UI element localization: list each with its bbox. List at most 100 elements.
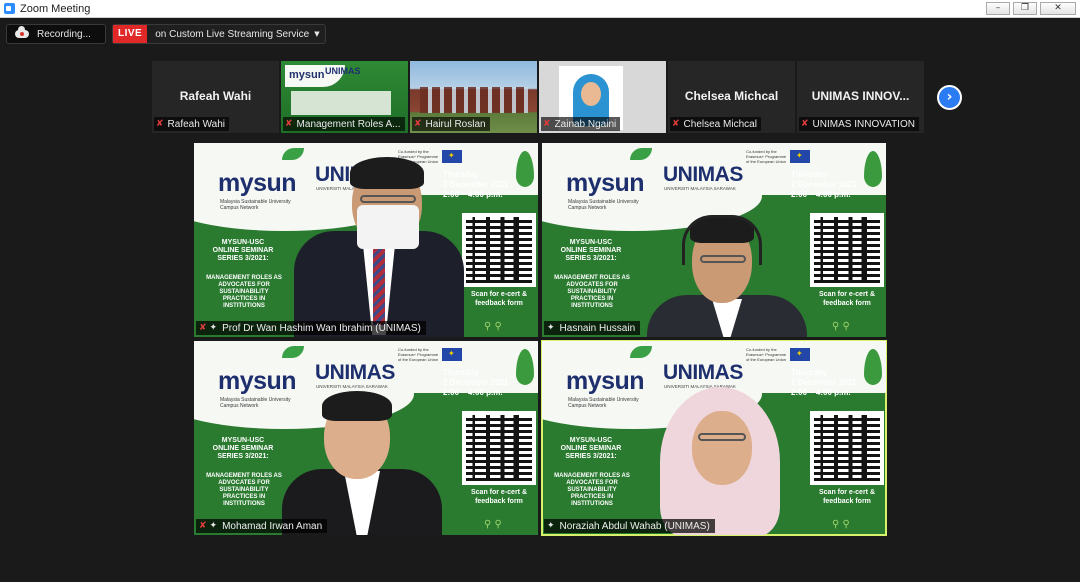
next-page-button[interactable]: › [937, 85, 962, 110]
slide-scan: Scan for e-cert & feedback form [470, 489, 528, 505]
slide-date-text: 2 December 2021 [443, 378, 509, 387]
participant-nametag: ✘ Chelsea Michcal [670, 117, 761, 131]
participant-display-name: Rafeah Wahi [179, 89, 252, 103]
close-button[interactable]: ✕ [1040, 2, 1076, 15]
participant-nametag: ✦ Noraziah Abdul Wahab (UNIMAS) [544, 519, 715, 533]
eu-flag-icon [790, 150, 810, 163]
participant-nametag: ✦ Hasnain Hussain [544, 321, 641, 335]
mic-muted-icon: ✘ [672, 119, 680, 129]
pin-icon: ✦ [209, 323, 218, 333]
participant-nametag: ✘ UNIMAS INNOVATION [799, 117, 919, 131]
recording-label: Recording... [37, 28, 91, 40]
slide-day: Thursday [443, 170, 480, 179]
slide-uni: UNIMAS [325, 66, 361, 76]
video-tile[interactable]: mysun Malaysia Sustainable University Ca… [542, 143, 886, 337]
participant-name: Mohamad Irwan Aman [222, 520, 323, 532]
bicycle-icon: ⚲ ⚲ [832, 321, 850, 332]
slide-date-text: 2 December 2021 [791, 180, 857, 189]
participant-nametag: ✘ Hairul Roslan [412, 117, 490, 131]
qr-code-icon [462, 411, 536, 485]
slide-eu-note: Co-funded by the Erasmus+ Programme of t… [398, 347, 439, 362]
restore-button[interactable]: ❐ [1013, 2, 1037, 15]
slide-content [291, 91, 391, 115]
participant-thumb[interactable]: ✘ Hairul Roslan [410, 61, 537, 133]
live-stream-indicator[interactable]: LIVE on Custom Live Streaming Service ▼ [112, 24, 326, 44]
qr-pattern [466, 415, 532, 481]
participant-name: Management Roles A... [296, 118, 401, 130]
slide-series: MYSUN-USC ONLINE SEMINAR SERIES 3/2021: [212, 239, 274, 262]
participant-nametag: ✘ ✦ Prof Dr Wan Hashim Wan Ibrahim (UNIM… [196, 321, 426, 335]
face-mask-shape [357, 205, 419, 249]
slide-date: Thursday 2 December 2021 2:00 – 4:00 p.m… [791, 170, 856, 200]
slide-day: Thursday [443, 368, 480, 377]
participant-thumb[interactable]: Rafeah Wahi ✘ Rafeah Wahi [152, 61, 279, 133]
slide-eu-note: Co-funded by the Erasmus+ Programme of t… [746, 149, 787, 164]
slide-brand: mysun [218, 169, 297, 197]
mic-muted-icon: ✘ [199, 521, 207, 531]
participant-nametag: ✘ Zainab Ngaini [541, 117, 621, 131]
participant-thumb[interactable]: mysun UNIMAS ✘ Management Roles A... [281, 61, 408, 133]
slide-uni-sub: UNIVERSITI MALAYSIA SARAWAK [664, 186, 736, 191]
window-titlebar: Zoom Meeting – ❐ ✕ [0, 0, 1080, 18]
participant-thumb[interactable]: ✘ Zainab Ngaini [539, 61, 666, 133]
slide-time: 2:00 – 4:00 p.m. [791, 190, 851, 199]
recording-indicator[interactable]: Recording... [6, 24, 106, 44]
video-tile-active-speaker[interactable]: mysun Malaysia Sustainable University Ca… [541, 340, 887, 536]
hair-shape [322, 391, 392, 421]
slide-scan: Scan for e-cert & feedback form [470, 291, 528, 307]
qr-pattern [814, 217, 880, 283]
mic-muted-icon: ✘ [543, 119, 551, 129]
slide-topic: MANAGEMENT ROLES AS ADVOCATES FOR SUSTAI… [206, 473, 282, 507]
mic-muted-icon: ✘ [199, 323, 207, 333]
slide-scan: Scan for e-cert & feedback form [818, 291, 876, 307]
slide-brand: mysun [218, 367, 297, 395]
slide-series: MYSUN-USC ONLINE SEMINAR SERIES 3/2021: [212, 437, 274, 460]
participant-display-name: Chelsea Michcal [684, 89, 779, 103]
slide-time: 2:00 – 4:00 p.m. [443, 190, 503, 199]
slide-uni-sub: UNIVERSITI MALAYSIA SARAWAK [316, 384, 388, 389]
chevron-down-icon[interactable]: ▼ [314, 30, 324, 38]
glasses-shape [700, 255, 746, 263]
live-badge: LIVE [113, 25, 148, 43]
mic-muted-icon: ✘ [801, 119, 809, 129]
bicycle-icon: ⚲ ⚲ [832, 519, 850, 530]
slide-uni: UNIMAS [663, 163, 743, 186]
slide-brand: mysun [566, 367, 645, 395]
chevron-right-icon: › [946, 89, 953, 105]
slide-date: Thursday 2 December 2021 2:00 – 4:00 p.m… [791, 368, 856, 398]
slide-brand-sub: Malaysia Sustainable University Campus N… [568, 199, 639, 211]
building-photo [420, 87, 528, 113]
window-title: Zoom Meeting [20, 2, 91, 15]
eu-flag-icon [790, 348, 810, 361]
head-shape [692, 411, 752, 485]
participant-name: Rafeah Wahi [167, 118, 225, 130]
qr-pattern [466, 217, 532, 283]
cloud-record-icon [15, 26, 29, 38]
video-tile[interactable]: mysun Malaysia Sustainable University Ca… [194, 341, 538, 535]
participant-name: Zainab Ngaini [554, 118, 617, 130]
slide-uni: UNIMAS [663, 361, 743, 384]
slide-date: Thursday 2 December 2021 2:00 – 4:00 p.m… [443, 368, 508, 398]
pin-icon: ✦ [547, 323, 555, 333]
eu-flag-icon [442, 150, 462, 163]
slide-date-text: 2 December 2021 [791, 378, 857, 387]
slide-scan: Scan for e-cert & feedback form [818, 489, 876, 505]
face-shape [581, 82, 601, 106]
eu-flag-icon [442, 348, 462, 361]
slide-time: 2:00 – 4:00 p.m. [443, 388, 503, 397]
slide-day: Thursday [791, 368, 828, 377]
participant-name: Hasnain Hussain [559, 322, 636, 334]
video-tile[interactable]: mysun Malaysia Sustainable University Ca… [194, 143, 538, 337]
participant-name: Chelsea Michcal [683, 118, 757, 130]
participant-thumb[interactable]: UNIMAS INNOV... ✘ UNIMAS INNOVATION [797, 61, 924, 133]
slide-uni: UNIMAS [315, 361, 395, 384]
slide-series: MYSUN-USC ONLINE SEMINAR SERIES 3/2021: [560, 239, 622, 262]
participant-thumb[interactable]: Chelsea Michcal ✘ Chelsea Michcal [668, 61, 795, 133]
participant-nametag: ✘ Management Roles A... [283, 117, 405, 131]
participant-strip: Rafeah Wahi ✘ Rafeah Wahi mysun UNIMAS ✘… [152, 61, 924, 133]
minimize-button[interactable]: – [986, 2, 1010, 15]
slide-date: Thursday 2 December 2021 2:00 – 4:00 p.m… [443, 170, 508, 200]
slide-date-text: 2 December 2021 [443, 180, 509, 189]
slide-brand: mysun [289, 69, 325, 81]
slide-brand-sub: Malaysia Sustainable University Campus N… [220, 199, 291, 211]
